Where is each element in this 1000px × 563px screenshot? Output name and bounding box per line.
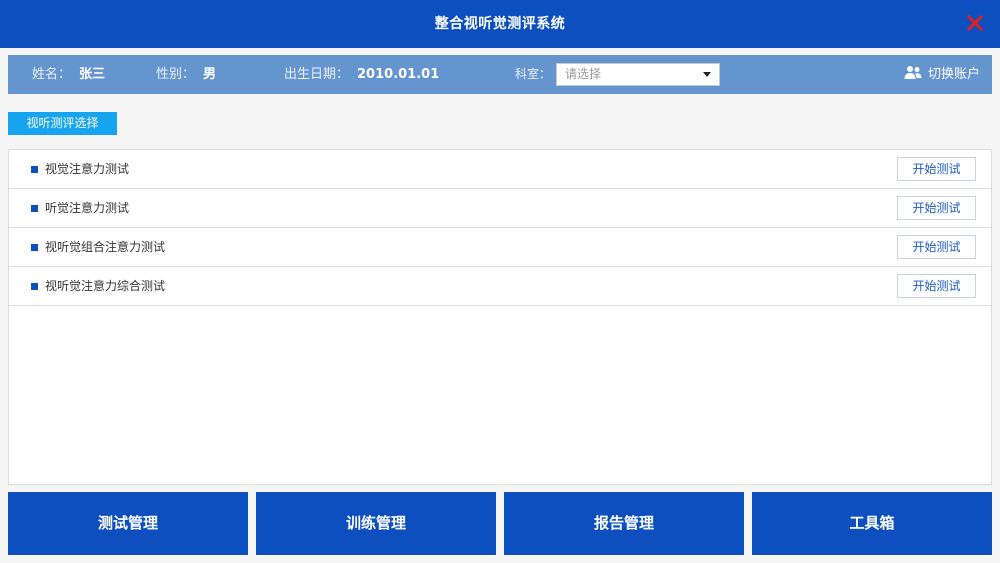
list-item: 视觉注意力测试 开始测试 [9,150,991,189]
start-test-button[interactable]: 开始测试 [897,235,976,259]
gender-label: 性别： [156,67,196,82]
nav-report-management-button[interactable]: 报告管理 [504,492,744,555]
birth-value: 2010.01.01 [357,67,440,82]
window-title: 整合视听觉测评系统 [434,16,566,32]
birth-label: 出生日期： [284,67,350,82]
start-test-button[interactable]: 开始测试 [897,274,976,298]
close-button[interactable] [966,14,984,32]
bullet-icon [31,244,38,251]
name-field: 姓名： 张三 [32,55,105,94]
test-label: 视听觉注意力综合测试 [45,279,166,293]
switch-account-label: 切换账户 [927,67,980,82]
start-test-button[interactable]: 开始测试 [897,196,976,220]
patient-info-bar: 姓名： 张三 性别： 男 出生日期： 2010.01.01 科室： 请选择 切换账户 [8,55,992,94]
nav-toolbox-button[interactable]: 工具箱 [752,492,992,555]
list-item: 视听觉注意力综合测试 开始测试 [9,267,991,306]
dept-label: 科室： [515,67,552,81]
dept-select[interactable]: 请选择 [556,63,720,86]
name-label: 姓名： [32,67,72,82]
test-label: 视听觉组合注意力测试 [45,240,166,254]
birth-field: 出生日期： 2010.01.01 [284,55,439,94]
test-list: 视觉注意力测试 开始测试 听觉注意力测试 开始测试 视听觉组合注意力测试 开始测… [8,149,992,485]
bullet-icon [31,205,38,212]
bullet-icon [31,166,38,173]
bottom-nav: 测试管理 训练管理 报告管理 工具箱 [8,492,992,555]
dept-select-placeholder: 请选择 [565,67,602,81]
list-item: 视听觉组合注意力测试 开始测试 [9,228,991,267]
nav-test-management-button[interactable]: 测试管理 [8,492,248,555]
tab-av-assessment[interactable]: 视听测评选择 [8,112,117,135]
list-item: 听觉注意力测试 开始测试 [9,189,991,228]
bullet-icon [31,283,38,290]
gender-field: 性别： 男 [156,55,216,94]
chevron-down-icon [703,72,711,77]
switch-account-button[interactable]: 切换账户 [904,55,980,94]
name-value: 张三 [79,67,106,82]
gender-value: 男 [203,67,217,82]
nav-training-management-button[interactable]: 训练管理 [256,492,496,555]
test-label: 视觉注意力测试 [45,162,130,176]
users-icon [904,66,922,79]
start-test-button[interactable]: 开始测试 [897,157,976,181]
test-label: 听觉注意力测试 [45,201,130,215]
close-icon [966,14,984,32]
title-bar: 整合视听觉测评系统 [0,0,1000,48]
